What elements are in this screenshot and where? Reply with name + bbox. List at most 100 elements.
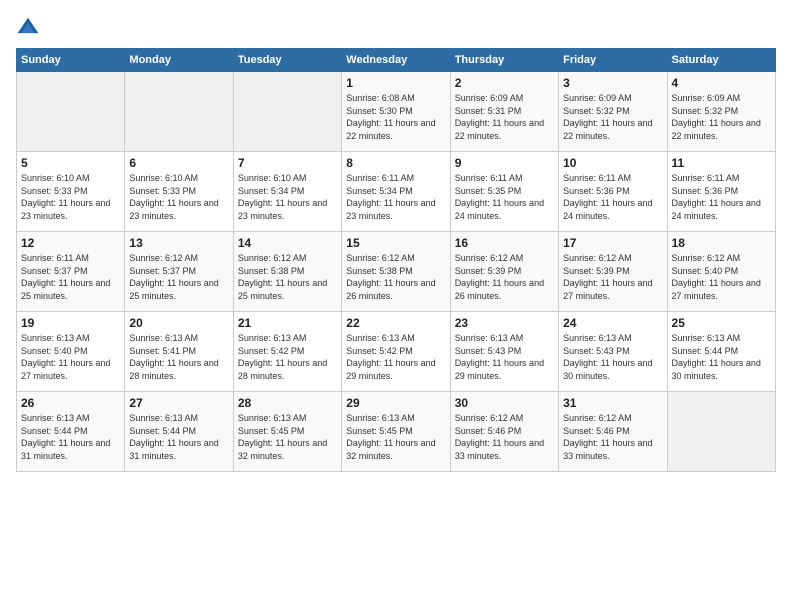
day-number: 8 — [346, 156, 445, 170]
day-number: 9 — [455, 156, 554, 170]
day-number: 15 — [346, 236, 445, 250]
day-number: 23 — [455, 316, 554, 330]
day-info: Sunrise: 6:09 AM Sunset: 5:32 PM Dayligh… — [672, 92, 771, 142]
calendar-cell: 1 Sunrise: 6:08 AM Sunset: 5:30 PM Daylig… — [342, 72, 450, 152]
calendar-cell: 25Sunrise: 6:13 AM Sunset: 5:44 PM Dayli… — [667, 312, 775, 392]
calendar-cell: 9 Sunrise: 6:11 AM Sunset: 5:35 PM Daylig… — [450, 152, 558, 232]
day-info: Sunrise: 6:11 AM Sunset: 5:34 PM Dayligh… — [346, 172, 445, 222]
day-info: Sunrise: 6:08 AM Sunset: 5:30 PM Dayligh… — [346, 92, 445, 142]
calendar-cell: 16 Sunrise: 6:12 AM Sunset: 5:39 PM Dayli… — [450, 232, 558, 312]
day-number: 11 — [672, 156, 771, 170]
day-number: 31 — [563, 396, 662, 410]
calendar-cell — [17, 72, 125, 152]
day-number: 30 — [455, 396, 554, 410]
day-number: 18 — [672, 236, 771, 250]
weekday-header-wednesday: Wednesday — [342, 49, 450, 72]
day-number: 24 — [563, 316, 662, 330]
day-info: Sunrise: 6:13 AM Sunset: 5:43 PM Dayligh… — [563, 332, 662, 382]
day-info: Sunrise: 6:09 AM Sunset: 5:31 PM Dayligh… — [455, 92, 554, 142]
calendar-cell — [233, 72, 341, 152]
page-header — [16, 16, 776, 40]
day-number: 19 — [21, 316, 120, 330]
calendar-cell — [667, 392, 775, 472]
calendar-cell: 13 Sunrise: 6:12 AM Sunset: 5:37 PM Dayli… — [125, 232, 233, 312]
day-number: 25 — [672, 316, 771, 330]
day-info: Sunrise: 6:10 AM Sunset: 5:33 PM Dayligh… — [21, 172, 120, 222]
day-info: Sunrise: 6:13 AM Sunset: 5:42 PM Dayligh… — [346, 332, 445, 382]
day-number: 26 — [21, 396, 120, 410]
day-number: 10 — [563, 156, 662, 170]
weekday-header-sunday: Sunday — [17, 49, 125, 72]
day-number: 17 — [563, 236, 662, 250]
calendar-cell: 21 Sunrise: 6:13 AM Sunset: 5:42 PM Dayli… — [233, 312, 341, 392]
day-number: 2 — [455, 76, 554, 90]
calendar-cell: 29Sunrise: 6:13 AM Sunset: 5:45 PM Dayli… — [342, 392, 450, 472]
calendar-cell: 22 Sunrise: 6:13 AM Sunset: 5:42 PM Dayli… — [342, 312, 450, 392]
calendar-cell: 30 Sunrise: 6:12 AM Sunset: 5:46 PM Dayli… — [450, 392, 558, 472]
day-number: 3 — [563, 76, 662, 90]
calendar-cell: 2 Sunrise: 6:09 AM Sunset: 5:31 PM Daylig… — [450, 72, 558, 152]
day-info: Sunrise: 6:13 AM Sunset: 5:45 PM Dayligh… — [238, 412, 337, 462]
day-number: 22 — [346, 316, 445, 330]
calendar-cell: 24 Sunrise: 6:13 AM Sunset: 5:43 PM Dayli… — [559, 312, 667, 392]
day-number: 7 — [238, 156, 337, 170]
calendar-cell: 7 Sunrise: 6:10 AM Sunset: 5:34 PM Daylig… — [233, 152, 341, 232]
calendar-week-1: 1 Sunrise: 6:08 AM Sunset: 5:30 PM Daylig… — [17, 72, 776, 152]
calendar-cell: 27 Sunrise: 6:13 AM Sunset: 5:44 PM Dayli… — [125, 392, 233, 472]
day-info: Sunrise: 6:12 AM Sunset: 5:39 PM Dayligh… — [563, 252, 662, 302]
day-info: Sunrise: 6:13 AM Sunset: 5:44 PM Dayligh… — [21, 412, 120, 462]
day-info: Sunrise: 6:12 AM Sunset: 5:38 PM Dayligh… — [238, 252, 337, 302]
day-info: Sunrise: 6:09 AM Sunset: 5:32 PM Dayligh… — [563, 92, 662, 142]
day-info: Sunrise: 6:11 AM Sunset: 5:37 PM Dayligh… — [21, 252, 120, 302]
day-info: Sunrise: 6:12 AM Sunset: 5:39 PM Dayligh… — [455, 252, 554, 302]
day-info: Sunrise: 6:10 AM Sunset: 5:34 PM Dayligh… — [238, 172, 337, 222]
day-info: Sunrise: 6:13 AM Sunset: 5:40 PM Dayligh… — [21, 332, 120, 382]
calendar-cell: 11 Sunrise: 6:11 AM Sunset: 5:36 PM Dayli… — [667, 152, 775, 232]
day-number: 27 — [129, 396, 228, 410]
calendar-cell: 8 Sunrise: 6:11 AM Sunset: 5:34 PM Daylig… — [342, 152, 450, 232]
day-info: Sunrise: 6:11 AM Sunset: 5:35 PM Dayligh… — [455, 172, 554, 222]
day-info: Sunrise: 6:10 AM Sunset: 5:33 PM Dayligh… — [129, 172, 228, 222]
weekday-header-row: SundayMondayTuesdayWednesdayThursdayFrid… — [17, 49, 776, 72]
day-number: 16 — [455, 236, 554, 250]
day-number: 6 — [129, 156, 228, 170]
calendar-cell: 12 Sunrise: 6:11 AM Sunset: 5:37 PM Dayli… — [17, 232, 125, 312]
day-number: 20 — [129, 316, 228, 330]
day-info: Sunrise: 6:13 AM Sunset: 5:42 PM Dayligh… — [238, 332, 337, 382]
calendar-week-2: 5Sunrise: 6:10 AM Sunset: 5:33 PM Daylig… — [17, 152, 776, 232]
calendar-cell: 4 Sunrise: 6:09 AM Sunset: 5:32 PM Daylig… — [667, 72, 775, 152]
calendar-cell: 26 Sunrise: 6:13 AM Sunset: 5:44 PM Dayli… — [17, 392, 125, 472]
day-info: Sunrise: 6:11 AM Sunset: 5:36 PM Dayligh… — [672, 172, 771, 222]
calendar-cell — [125, 72, 233, 152]
day-number: 28 — [238, 396, 337, 410]
day-info: Sunrise: 6:12 AM Sunset: 5:46 PM Dayligh… — [455, 412, 554, 462]
calendar-cell: 17 Sunrise: 6:12 AM Sunset: 5:39 PM Dayli… — [559, 232, 667, 312]
calendar-cell: 3 Sunrise: 6:09 AM Sunset: 5:32 PM Daylig… — [559, 72, 667, 152]
calendar-cell: 18 Sunrise: 6:12 AM Sunset: 5:40 PM Dayli… — [667, 232, 775, 312]
logo — [16, 16, 44, 40]
day-info: Sunrise: 6:12 AM Sunset: 5:40 PM Dayligh… — [672, 252, 771, 302]
day-info: Sunrise: 6:11 AM Sunset: 5:36 PM Dayligh… — [563, 172, 662, 222]
day-info: Sunrise: 6:13 AM Sunset: 5:44 PM Dayligh… — [129, 412, 228, 462]
day-info: Sunrise: 6:12 AM Sunset: 5:38 PM Dayligh… — [346, 252, 445, 302]
calendar-cell: 14Sunrise: 6:12 AM Sunset: 5:38 PM Dayli… — [233, 232, 341, 312]
weekday-header-tuesday: Tuesday — [233, 49, 341, 72]
day-info: Sunrise: 6:12 AM Sunset: 5:46 PM Dayligh… — [563, 412, 662, 462]
day-number: 4 — [672, 76, 771, 90]
calendar-cell: 20Sunrise: 6:13 AM Sunset: 5:41 PM Dayli… — [125, 312, 233, 392]
day-number: 1 — [346, 76, 445, 90]
weekday-header-friday: Friday — [559, 49, 667, 72]
calendar-cell: 19 Sunrise: 6:13 AM Sunset: 5:40 PM Dayli… — [17, 312, 125, 392]
calendar-cell: 6 Sunrise: 6:10 AM Sunset: 5:33 PM Daylig… — [125, 152, 233, 232]
day-number: 21 — [238, 316, 337, 330]
calendar-cell: 5Sunrise: 6:10 AM Sunset: 5:33 PM Daylig… — [17, 152, 125, 232]
calendar-week-5: 26 Sunrise: 6:13 AM Sunset: 5:44 PM Dayli… — [17, 392, 776, 472]
day-number: 13 — [129, 236, 228, 250]
calendar-cell: 31 Sunrise: 6:12 AM Sunset: 5:46 PM Dayli… — [559, 392, 667, 472]
calendar-cell: 10 Sunrise: 6:11 AM Sunset: 5:36 PM Dayli… — [559, 152, 667, 232]
weekday-header-monday: Monday — [125, 49, 233, 72]
day-number: 12 — [21, 236, 120, 250]
day-info: Sunrise: 6:13 AM Sunset: 5:43 PM Dayligh… — [455, 332, 554, 382]
day-info: Sunrise: 6:12 AM Sunset: 5:37 PM Dayligh… — [129, 252, 228, 302]
calendar-week-4: 19 Sunrise: 6:13 AM Sunset: 5:40 PM Dayli… — [17, 312, 776, 392]
